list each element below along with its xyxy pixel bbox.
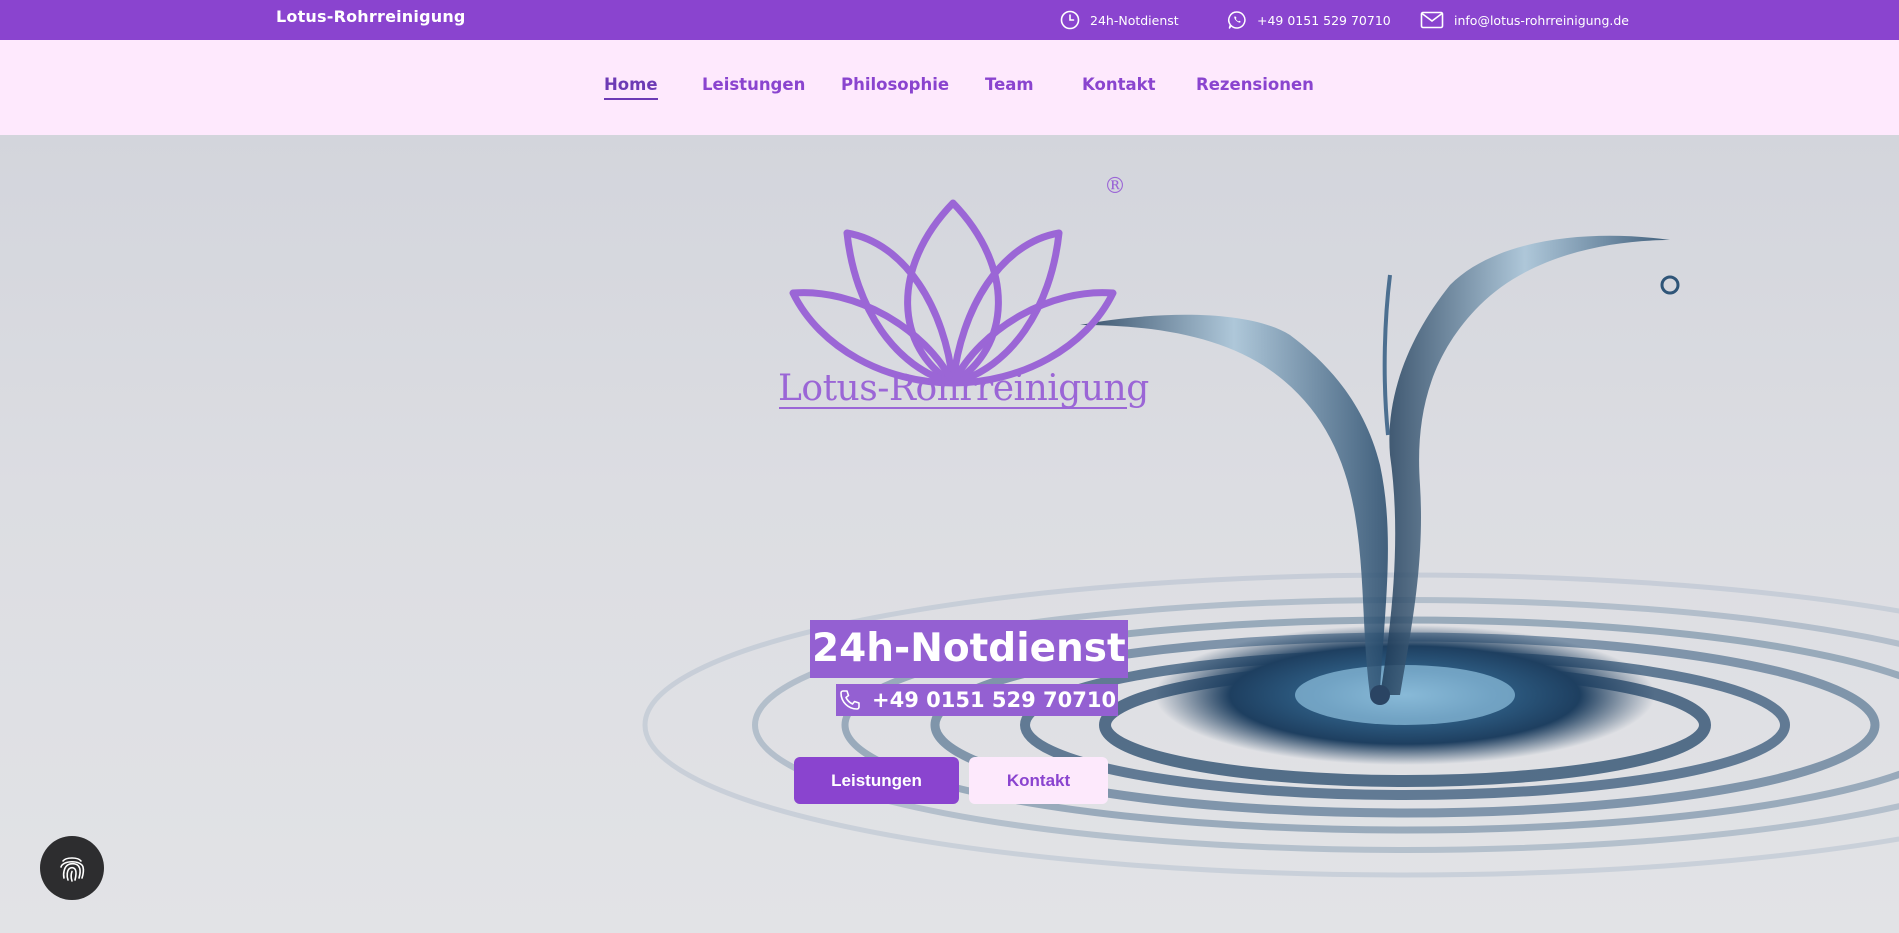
contact-email[interactable]: info@lotus-rohrreinigung.de xyxy=(1420,4,1629,36)
leistungen-button[interactable]: Leistungen xyxy=(794,757,959,804)
fingerprint-icon xyxy=(60,857,85,882)
contact-hours: 24h-Notdienst xyxy=(1060,4,1179,36)
main-nav: Home Leistungen Philosophie Team Kontakt… xyxy=(0,40,1899,135)
hero-headline: 24h-Notdienst xyxy=(810,620,1128,678)
nav-item-home[interactable]: Home xyxy=(604,75,658,100)
hero-section xyxy=(0,135,1899,933)
nav-item-leistungen[interactable]: Leistungen xyxy=(702,75,805,94)
phone-icon xyxy=(840,690,860,710)
mail-icon xyxy=(1420,11,1444,29)
logo-underline xyxy=(779,407,1127,409)
brand-name[interactable]: Lotus-Rohrreinigung xyxy=(276,7,466,26)
kontakt-button[interactable]: Kontakt xyxy=(969,757,1108,804)
whatsapp-icon xyxy=(1228,11,1246,29)
hero-phone[interactable]: +49 0151 529 70710 xyxy=(836,684,1119,716)
logo-text: Lotus-Rohrreinigung xyxy=(778,368,1149,409)
hero-phone-text: +49 0151 529 70710 xyxy=(872,688,1117,712)
nav-item-philosophie[interactable]: Philosophie xyxy=(841,75,949,94)
nav-item-team[interactable]: Team xyxy=(985,75,1034,94)
contact-phone-text: +49 0151 529 70710 xyxy=(1257,12,1391,28)
contact-hours-text: 24h-Notdienst xyxy=(1090,12,1179,28)
nav-item-rezensionen[interactable]: Rezensionen xyxy=(1196,75,1314,94)
contact-whatsapp[interactable]: +49 0151 529 70710 xyxy=(1227,4,1391,36)
nav-item-kontakt[interactable]: Kontakt xyxy=(1082,75,1155,94)
fingerprint-button[interactable] xyxy=(40,836,104,900)
clock-icon xyxy=(1060,10,1080,30)
registered-mark: ® xyxy=(1104,174,1126,199)
top-bar: Lotus-Rohrreinigung 24h-Notdienst +49 01… xyxy=(0,0,1899,40)
contact-email-text: info@lotus-rohrreinigung.de xyxy=(1454,12,1629,28)
